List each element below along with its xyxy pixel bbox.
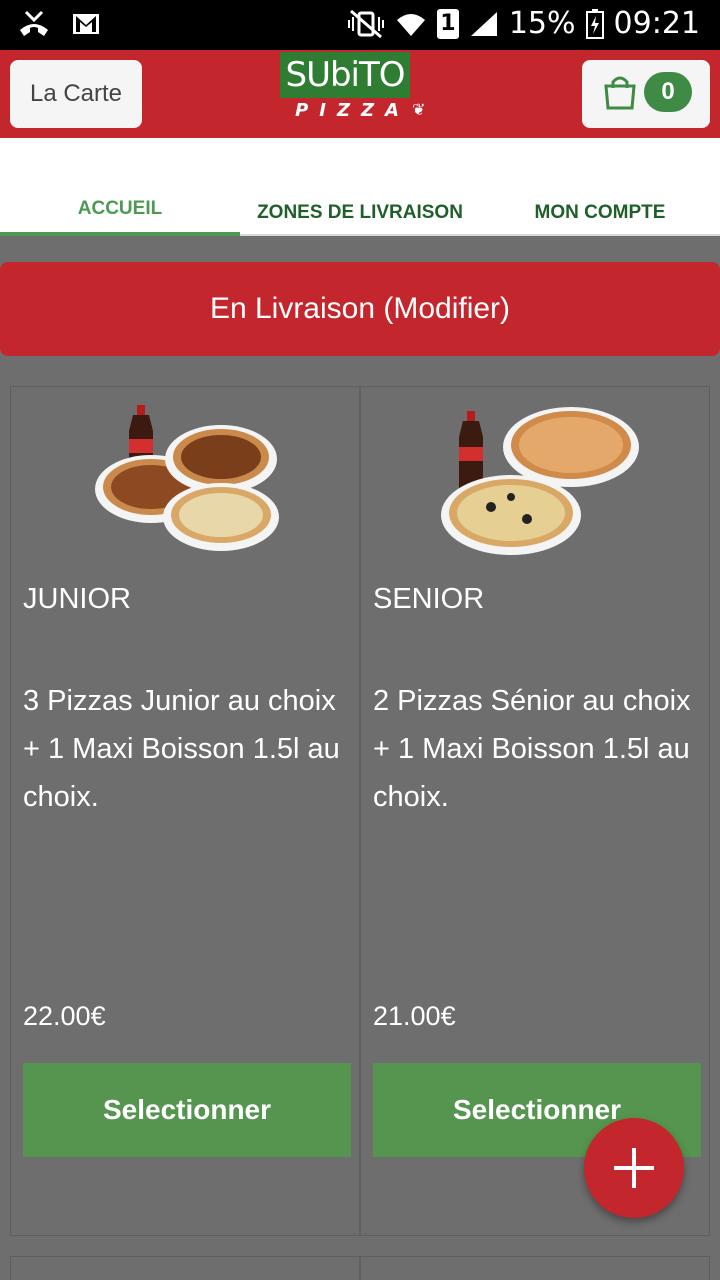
clock: 09:21 <box>613 6 700 41</box>
shopping-bag-icon <box>604 76 636 110</box>
product-price: 22.00€ <box>23 1001 106 1031</box>
product-card-junior[interactable]: JUNIOR 3 Pizzas Junior au choix + 1 Maxi… <box>10 386 360 1236</box>
product-description: 2 Pizzas Sénior au choix + 1 Maxi Boisso… <box>373 685 691 813</box>
select-button[interactable]: Selectionner <box>23 1063 351 1157</box>
tab-mon-compte[interactable]: MON COMPTE <box>480 138 720 236</box>
product-description: 3 Pizzas Junior au choix + 1 Maxi Boisso… <box>23 685 340 813</box>
app-header: La Carte SUbiTO PIZZA ❦ 0 <box>0 50 720 138</box>
battery-percent: 15% <box>508 6 576 41</box>
vibrate-mute-icon <box>347 9 384 38</box>
battery-charging-icon <box>585 8 604 39</box>
subito-pizza-logo[interactable]: SUbiTO PIZZA ❦ <box>280 52 430 122</box>
wifi-icon <box>396 13 425 36</box>
product-card-next[interactable] <box>10 1256 360 1280</box>
tab-zones-de-livraison[interactable]: ZONES DE LIVRAISON <box>240 138 480 236</box>
logo-wordmark: SUbiTO <box>280 52 410 98</box>
menu-button[interactable]: La Carte <box>10 60 142 128</box>
logo-subtitle: PIZZA <box>295 100 410 121</box>
status-bar: 1 15% 09:21 <box>0 0 720 50</box>
leaf-icon: ❦ <box>412 102 426 119</box>
gmail-icon <box>73 14 99 34</box>
signal-icon <box>470 11 497 36</box>
cart-count-badge: 0 <box>644 72 692 112</box>
missed-call-icon <box>20 10 48 36</box>
add-fab-button[interactable] <box>584 1118 684 1218</box>
product-price: 21.00€ <box>373 1001 456 1031</box>
product-title: SENIOR <box>373 583 485 615</box>
cart-button[interactable]: 0 <box>582 60 710 128</box>
delivery-mode-button[interactable]: En Livraison (Modifier) <box>0 262 720 356</box>
senior-menu-image <box>441 407 639 555</box>
tab-accueil[interactable]: ACCUEIL <box>0 138 240 236</box>
sim-badge: 1 <box>436 8 459 39</box>
tab-bar: ACCUEIL ZONES DE LIVRAISON MON COMPTE <box>0 138 720 236</box>
junior-menu-image <box>95 405 279 551</box>
product-card-senior[interactable]: SENIOR 2 Pizzas Sénior au choix + 1 Maxi… <box>360 386 710 1236</box>
product-title: JUNIOR <box>23 583 131 615</box>
product-card-next[interactable] <box>360 1256 710 1280</box>
